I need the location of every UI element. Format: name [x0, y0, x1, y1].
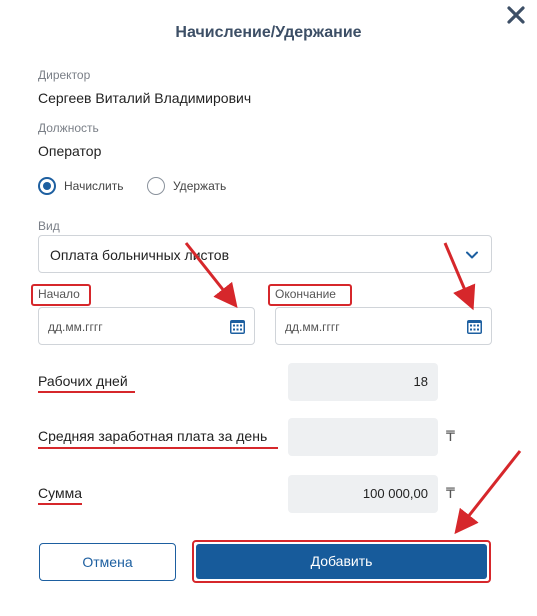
chevron-down-icon — [466, 251, 478, 259]
avg-salary-field[interactable] — [288, 418, 438, 456]
director-label: Директор — [38, 68, 91, 82]
work-days-underline — [38, 391, 135, 393]
start-label: Начало — [38, 287, 80, 301]
sum-label: Сумма — [38, 485, 82, 501]
director-value: Сергеев Виталий Владимирович — [38, 90, 252, 106]
position-value: Оператор — [38, 143, 102, 159]
close-icon[interactable] — [503, 2, 529, 28]
end-date-placeholder: дд.мм.гггг — [285, 320, 340, 334]
accrue-radio-label[interactable]: Начислить — [64, 179, 123, 193]
avg-salary-underline — [38, 447, 278, 449]
arrow-to-add-button — [454, 450, 522, 535]
type-select[interactable]: Оплата больничных листов — [38, 235, 492, 273]
add-button-highlight: Добавить — [192, 540, 491, 583]
type-label: Вид — [38, 219, 60, 233]
calendar-icon[interactable] — [229, 318, 246, 335]
position-label: Должность — [38, 121, 99, 135]
avg-salary-label: Средняя заработная плата за день — [38, 428, 268, 444]
end-label: Окончание — [275, 287, 336, 301]
withhold-radio-label[interactable]: Удержать — [173, 179, 226, 193]
tenge-currency-icon: ₸ — [446, 485, 455, 501]
add-button[interactable]: Добавить — [196, 544, 487, 579]
type-select-value: Оплата больничных листов — [50, 247, 230, 263]
tenge-currency-icon: ₸ — [446, 428, 455, 444]
work-days-value: 18 — [413, 374, 428, 389]
accrue-radio[interactable] — [38, 177, 56, 195]
sum-value: 100 000,00 — [362, 486, 428, 501]
work-days-label: Рабочих дней — [38, 373, 128, 389]
start-date-input[interactable]: дд.мм.гггг — [38, 307, 255, 345]
dialog-title: Начисление/Удержание — [175, 24, 362, 41]
end-date-input[interactable]: дд.мм.гггг — [275, 307, 492, 345]
calendar-icon[interactable] — [466, 318, 483, 335]
cancel-button[interactable]: Отмена — [39, 543, 176, 581]
withhold-radio[interactable] — [147, 177, 165, 195]
work-days-field[interactable]: 18 — [288, 363, 438, 401]
sum-underline — [38, 503, 82, 505]
start-date-placeholder: дд.мм.гггг — [48, 320, 103, 334]
sum-field[interactable]: 100 000,00 — [288, 475, 438, 513]
